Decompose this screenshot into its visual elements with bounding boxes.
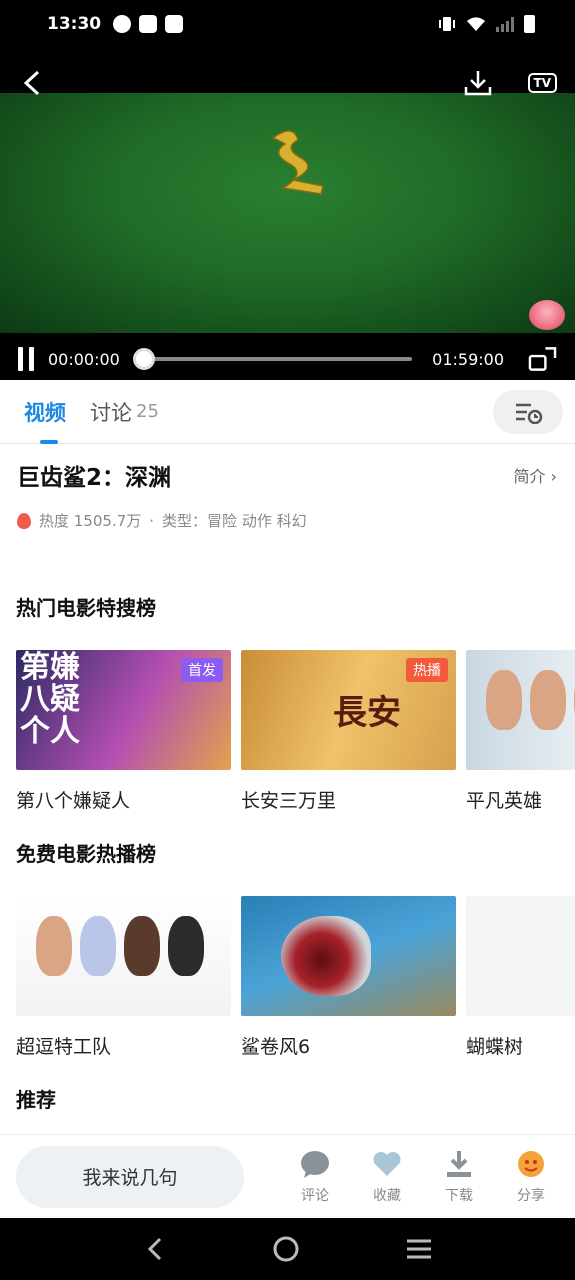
video-player[interactable]: TV 00:00:00 01:59:00 (0, 48, 575, 380)
comment-label: 评论 (301, 1187, 329, 1204)
movie-poster (241, 896, 456, 1016)
discussion-count: 25 (136, 401, 159, 422)
section-title-free-hot: 免费电影热播榜 (16, 842, 156, 866)
bottom-action-bar: 我来说几句 评论 收藏 下载 分享 (0, 1134, 575, 1218)
movie-title: 巨齿鲨2：深渊 (17, 465, 172, 491)
movie-card[interactable]: 長安 热播 长安三万里 (241, 650, 456, 813)
poster-text: 長安 (333, 693, 401, 733)
favorite-button[interactable]: 收藏 (363, 1149, 411, 1205)
movie-header: 巨齿鲨2：深渊 简介 › (17, 458, 557, 492)
tab-video-label: 视频 (24, 400, 66, 425)
mail-icon (165, 15, 184, 33)
status-bar: 13:30 (0, 0, 575, 48)
fullscreen-icon[interactable] (528, 346, 557, 372)
share-label: 分享 (517, 1187, 545, 1204)
mascot-icon[interactable] (529, 300, 565, 330)
mail-icon (139, 15, 158, 33)
meta-separator: · (149, 511, 155, 530)
download-icon (447, 1150, 471, 1177)
current-time: 00:00:00 (48, 349, 120, 369)
tab-discussion-label: 讨论 (90, 400, 132, 425)
content-tabs: 视频 讨论 25 (0, 380, 575, 444)
wifi-icon (467, 17, 485, 31)
cast-tv-button[interactable]: TV (527, 73, 557, 93)
status-badge: 首发 (181, 658, 223, 682)
battery-icon (524, 15, 535, 33)
movie-card[interactable]: 第嫌八疑个人 首发 第八个嫌疑人 (16, 650, 231, 813)
movie-card[interactable]: 平凡英雄 (466, 650, 575, 813)
heat-text: 热度 1505.7万 (39, 512, 142, 530)
free-hot-list: 超逗特工队 鲨卷风6 蝴蝶树 (16, 896, 575, 1059)
comment-icon (301, 1150, 329, 1178)
section-title-recommend: 推荐 (16, 1088, 56, 1112)
poster-faces (36, 916, 204, 976)
intro-link[interactable]: 简介 › (513, 463, 557, 487)
share-button[interactable]: 分享 (507, 1149, 555, 1205)
intro-label: 简介 (513, 467, 546, 486)
movie-card[interactable]: 鲨卷风6 (241, 896, 456, 1059)
shark-image (281, 916, 371, 996)
movie-card[interactable]: 蝴蝶树 (466, 896, 575, 1059)
movie-poster: 第嫌八疑个人 首发 (16, 650, 231, 770)
movie-meta: 热度 1505.7万 · 类型：冒险 动作 科幻 (17, 510, 307, 531)
settings-button[interactable] (493, 389, 563, 434)
movie-card-title: 鲨卷风6 (241, 1036, 311, 1058)
comment-button[interactable]: 评论 (291, 1149, 339, 1205)
poster-text: 第嫌八疑个人 (20, 650, 80, 749)
system-nav-bar (0, 1218, 575, 1280)
flame-icon (17, 512, 31, 529)
duration: 01:59:00 (432, 349, 505, 369)
share-icon (518, 1150, 544, 1177)
status-badge: 热播 (406, 658, 448, 682)
movie-card-title: 长安三万里 (241, 790, 337, 812)
movie-card-title: 超逗特工队 (16, 1036, 112, 1058)
dragon-logo (271, 130, 324, 195)
nav-home-icon[interactable] (272, 1235, 300, 1263)
chevron-right-icon: › (550, 467, 557, 486)
heart-icon (373, 1151, 401, 1176)
movie-poster (16, 896, 231, 1016)
tab-discussion[interactable]: 讨论 25 (90, 380, 159, 444)
nav-menu-icon[interactable] (405, 1235, 433, 1263)
pause-button[interactable] (18, 347, 34, 371)
back-button[interactable] (18, 69, 46, 97)
movie-poster (466, 650, 575, 770)
check-icon (113, 15, 132, 33)
movie-card-title: 平凡英雄 (466, 790, 543, 812)
progress-bar[interactable] (132, 348, 413, 370)
player-top-bar: TV (0, 48, 575, 118)
notification-icons (113, 15, 184, 33)
nav-back-icon[interactable] (143, 1235, 167, 1263)
tab-video[interactable]: 视频 (24, 380, 66, 444)
genre-text: 类型：冒险 动作 科幻 (162, 512, 307, 530)
poster-faces (486, 670, 575, 730)
movie-poster: 長安 热播 (241, 650, 456, 770)
chevron-left-icon (23, 70, 40, 96)
progress-knob[interactable] (132, 348, 155, 370)
movie-card-title: 第八个嫌疑人 (16, 790, 131, 812)
download-label: 下载 (445, 1187, 473, 1204)
vibrate-icon (439, 17, 455, 31)
download-icon[interactable] (462, 68, 494, 98)
comment-input[interactable]: 我来说几句 (16, 1145, 244, 1208)
movie-card[interactable]: 超逗特工队 (16, 896, 231, 1059)
section-title-hot-search: 热门电影特搜榜 (16, 596, 156, 620)
status-time: 13:30 (47, 14, 102, 34)
filter-settings-icon (516, 403, 543, 424)
system-icons (438, 15, 535, 33)
player-controls: 00:00:00 01:59:00 (0, 338, 575, 380)
signal-icon (496, 16, 514, 32)
movie-poster (466, 896, 575, 1016)
hot-search-list: 第嫌八疑个人 首发 第八个嫌疑人 長安 热播 长安三万里 平凡英雄 (16, 650, 575, 813)
movie-card-title: 蝴蝶树 (466, 1036, 524, 1058)
download-button[interactable]: 下载 (435, 1149, 483, 1205)
favorite-label: 收藏 (373, 1187, 401, 1204)
